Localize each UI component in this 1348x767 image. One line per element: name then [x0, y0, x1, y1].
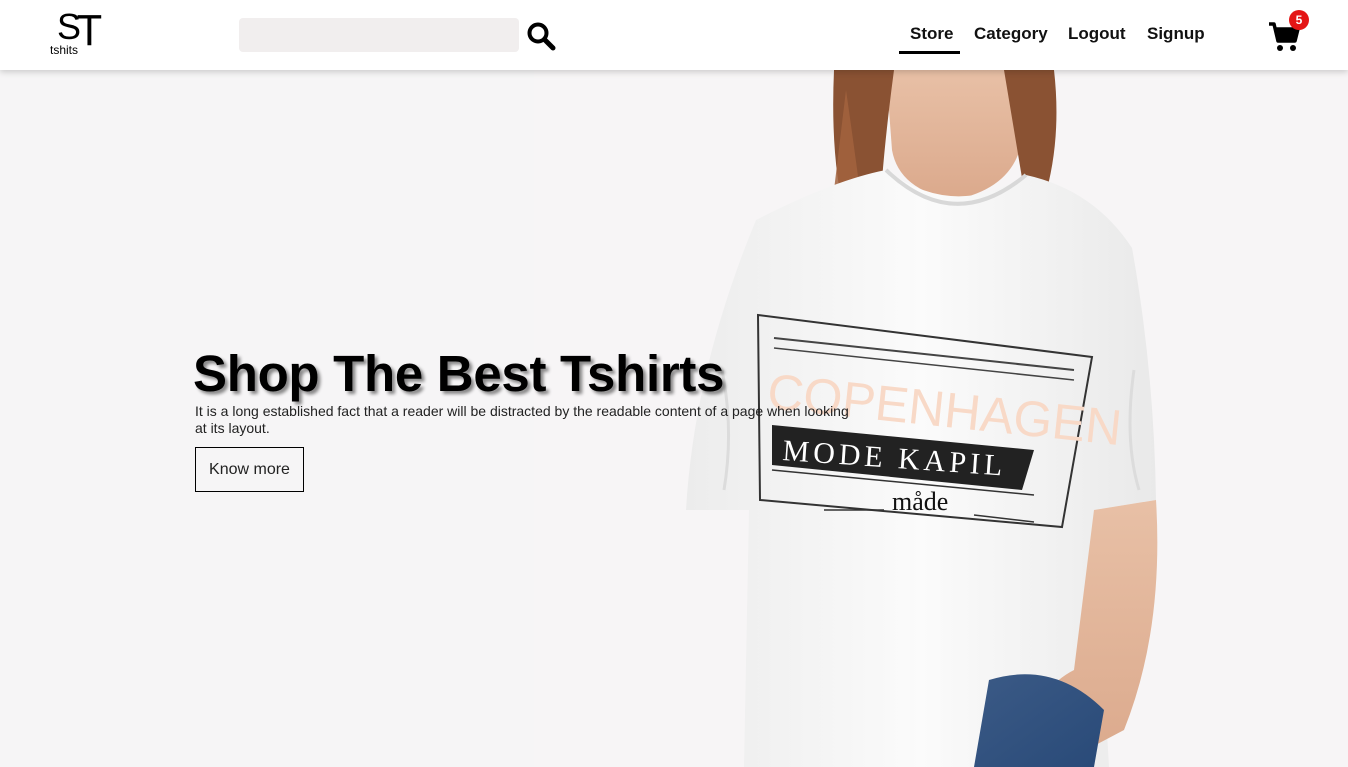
know-more-button[interactable]: Know more [195, 447, 304, 492]
logo-subtext: tshits [50, 43, 79, 57]
search-icon[interactable] [526, 21, 556, 51]
nav-active-indicator [899, 51, 960, 54]
hero-description: It is a long established fact that a rea… [195, 403, 849, 436]
hero-title: Shop The Best Tshirts [193, 345, 725, 402]
nav-item-logout[interactable]: Logout [1068, 24, 1126, 44]
search-input[interactable] [239, 18, 519, 52]
logo-letter-t: T [76, 6, 103, 55]
brand-logo[interactable]: S T tshits [50, 6, 106, 60]
shirt-print-made: måde [892, 487, 948, 516]
cart-count-badge: 5 [1289, 10, 1309, 30]
nav-item-store[interactable]: Store [910, 24, 953, 44]
nav-item-signup[interactable]: Signup [1147, 24, 1205, 44]
navbar: S T tshits Store Category Logout Signup … [0, 0, 1348, 70]
nav-item-category[interactable]: Category [974, 24, 1048, 44]
